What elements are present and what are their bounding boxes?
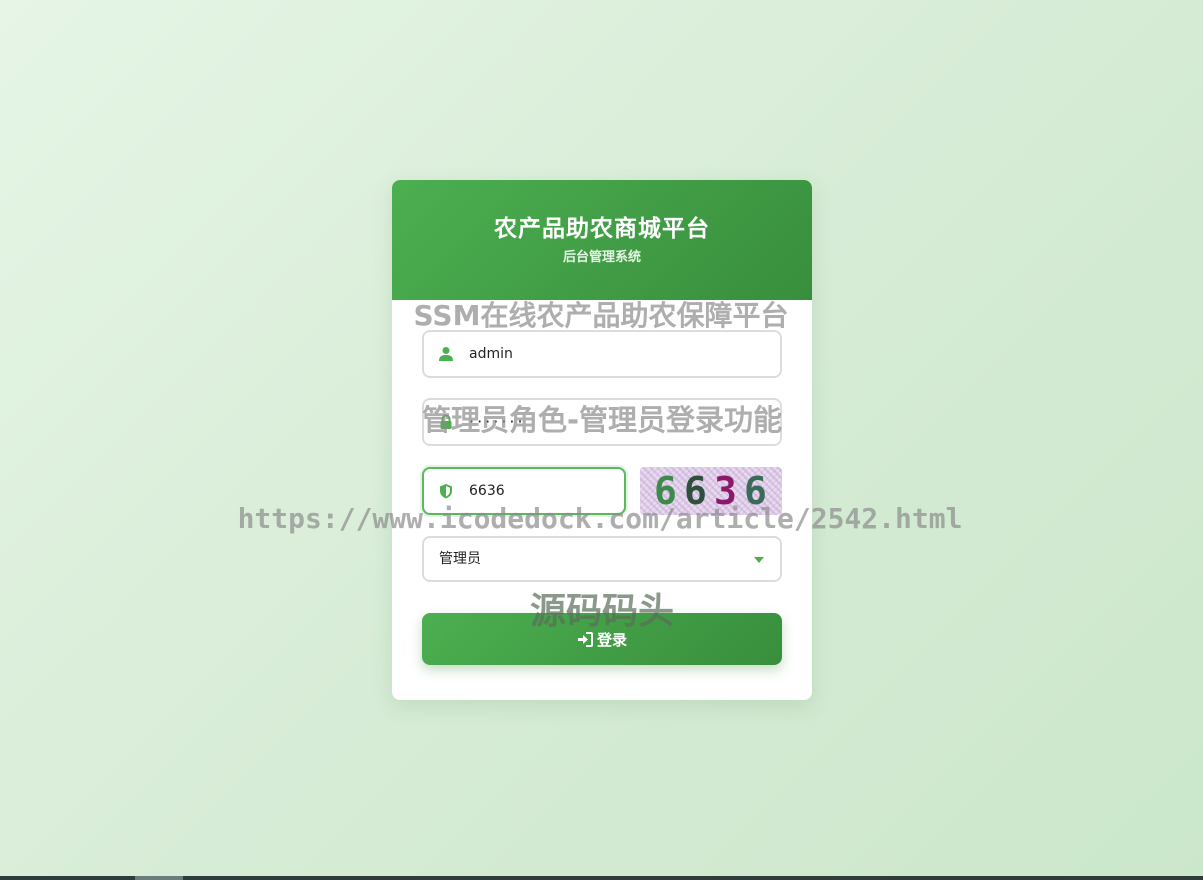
user-icon (439, 347, 453, 361)
watermark-title: SSM在线农产品助农保障平台 (413, 299, 789, 332)
app-title: 农产品助农商城平台 (494, 216, 710, 242)
role-selected-value: 管理员 (439, 551, 481, 567)
caret-down-icon (754, 557, 764, 563)
bottom-bar (0, 876, 1203, 880)
login-header: 农产品助农商城平台 后台管理系统 (392, 180, 812, 300)
role-select[interactable]: 管理员 (422, 536, 782, 582)
app-subtitle: 后台管理系统 (562, 250, 641, 265)
watermark-brand: 源码码头 (529, 591, 674, 632)
watermark-url: https://www.icodedock.com/article/2542.h… (237, 502, 963, 535)
username-field[interactable]: admin (422, 330, 782, 378)
watermark-subtitle: 管理员角色-管理员登录功能 (421, 403, 783, 437)
shield-icon (440, 484, 452, 499)
username-value: admin (469, 346, 513, 362)
